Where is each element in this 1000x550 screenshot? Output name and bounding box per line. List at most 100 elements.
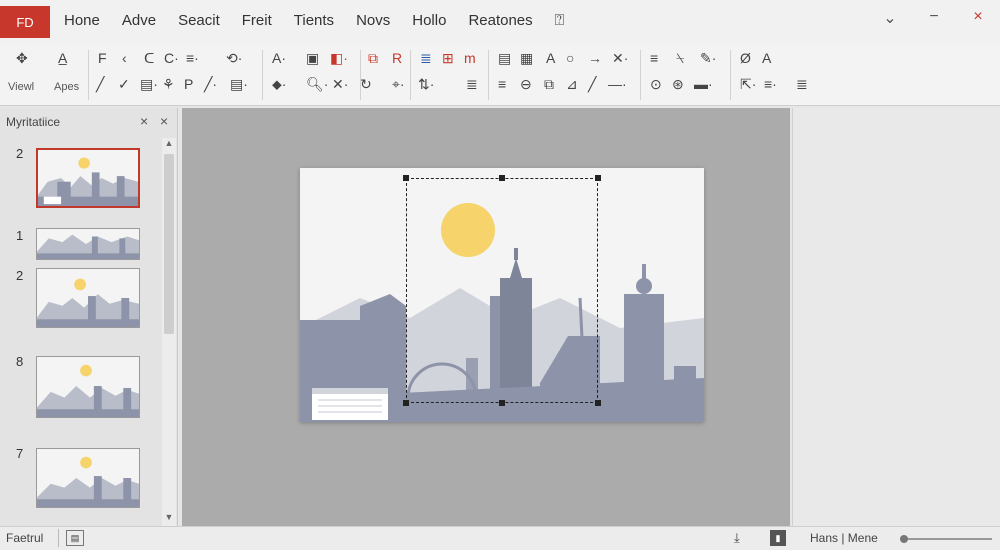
circle-icon[interactable]: ○ <box>566 48 574 68</box>
doc-icon[interactable]: ▤· <box>140 74 158 94</box>
menu-item-tients[interactable]: Tients <box>294 12 334 30</box>
slide-thumbnail[interactable] <box>36 228 140 260</box>
grid-icon[interactable]: ⊞ <box>442 48 454 68</box>
help-icon[interactable]: ⍰ <box>555 12 565 30</box>
zoom-slider[interactable] <box>900 538 992 540</box>
cross-icon[interactable]: ✕· <box>612 48 628 68</box>
resize-handle[interactable] <box>499 175 505 181</box>
close-icon[interactable]: × <box>160 113 168 129</box>
table-icon[interactable]: ▤ <box>498 48 511 68</box>
star-circle-icon[interactable]: ⊛ <box>672 74 684 94</box>
rotate-icon[interactable]: ⟲· <box>226 48 242 68</box>
slide-thumbnail[interactable] <box>36 356 140 418</box>
scroll-up-icon[interactable]: ▲ <box>162 138 176 152</box>
slide-number: 8 <box>16 354 24 369</box>
close-icon[interactable]: × <box>140 113 148 129</box>
scrollbar-thumb[interactable] <box>164 154 174 334</box>
slide-thumbnail-image <box>37 229 139 259</box>
zoom-slider-knob[interactable] <box>900 535 908 543</box>
align-icon[interactable]: ≡· <box>186 48 199 68</box>
file-button[interactable]: FD <box>0 6 50 38</box>
slide-editor-canvas[interactable] <box>182 108 790 526</box>
more-icon[interactable]: ≡· <box>764 74 777 94</box>
zero-icon[interactable]: Ø <box>740 48 751 68</box>
text-icon[interactable]: A <box>546 48 555 68</box>
duplicate-icon[interactable]: ⧉ <box>544 74 554 94</box>
menu-item-reatones[interactable]: Reatones <box>468 12 532 30</box>
menu-item-home[interactable]: Hone <box>64 12 100 30</box>
copy-icon[interactable]: ⧉ <box>368 48 378 68</box>
close-icon[interactable]: × <box>956 8 1000 28</box>
notes-button[interactable]: Hans | Mene <box>810 531 878 545</box>
menu-bar: Hone Adve Seacit Freit Tients Novs Hollo… <box>64 12 586 30</box>
slide-view-icon[interactable]: ▤ <box>66 530 84 546</box>
matrix-icon[interactable]: ▦ <box>520 48 533 68</box>
slide-thumbnail[interactable] <box>36 448 140 508</box>
dash-icon[interactable]: —· <box>608 74 627 94</box>
format-painter-icon[interactable]: ⚘ <box>162 74 175 94</box>
r-icon[interactable]: R <box>392 48 402 68</box>
chevron-left-icon[interactable]: ‹ <box>122 48 127 68</box>
list-icon[interactable]: ≣ <box>420 48 432 68</box>
resize-handle[interactable] <box>595 400 601 406</box>
menu-icon[interactable]: ≡ <box>650 48 658 68</box>
resize-handle[interactable] <box>403 400 409 406</box>
target-icon[interactable]: ⌖· <box>392 74 405 94</box>
apes-label[interactable]: Apes <box>54 77 79 97</box>
text-color-icon[interactable]: A· <box>272 48 286 68</box>
letter-a-icon[interactable]: A <box>762 48 771 68</box>
m-icon[interactable]: m <box>464 48 476 68</box>
menu-item-novs[interactable]: Novs <box>356 12 390 30</box>
normal-view-icon[interactable]: ▮ <box>770 530 786 546</box>
resize-handle[interactable] <box>499 400 505 406</box>
box-icon[interactable]: ▣ <box>306 48 319 68</box>
draw-icon[interactable]: ╱· <box>204 74 217 94</box>
corner-icon[interactable]: ⇱· <box>740 74 756 94</box>
lines-icon[interactable]: ≡ <box>498 74 506 94</box>
dot-circle-icon[interactable]: ⊙ <box>650 74 662 94</box>
bold-icon[interactable]: F <box>98 48 107 68</box>
slide-number: 2 <box>16 268 24 283</box>
slides-pane-scrollbar[interactable]: ▲ ▼ <box>162 138 176 526</box>
minimize-icon[interactable]: ⌄ <box>868 8 912 28</box>
menu-item-seacit[interactable]: Seacit <box>178 12 220 30</box>
line-icon[interactable]: ╱ <box>96 74 104 94</box>
sort-icon[interactable]: ⇅· <box>418 74 434 94</box>
pen-icon[interactable]: ✎· <box>700 48 716 68</box>
p-icon[interactable]: P <box>184 74 193 94</box>
current-slide[interactable] <box>300 168 704 422</box>
refresh-icon[interactable]: ↻ <box>360 74 372 94</box>
slash-icon[interactable]: ⍀ <box>676 48 684 68</box>
diagonal-icon[interactable]: ╱ <box>588 74 596 94</box>
page-icon[interactable]: ▤· <box>230 74 248 94</box>
menu-item-hollo[interactable]: Hollo <box>412 12 446 30</box>
restore-icon[interactable]: − <box>912 8 956 28</box>
menu-item-freit[interactable]: Freit <box>242 12 272 30</box>
slide-thumbnail[interactable] <box>36 148 140 208</box>
resize-handle[interactable] <box>595 175 601 181</box>
scroll-down-icon[interactable]: ▼ <box>162 512 176 526</box>
selection-box[interactable] <box>406 178 598 403</box>
shape-fill-icon[interactable]: ◧· <box>330 48 348 68</box>
clear-icon[interactable]: ✕· <box>332 74 348 94</box>
slide-thumbnail[interactable] <box>36 268 140 328</box>
resize-handle[interactable] <box>403 175 409 181</box>
download-icon[interactable]: ⤓ <box>734 530 740 546</box>
check-icon[interactable]: ✓ <box>118 74 130 94</box>
view-label[interactable]: Viewl <box>8 77 34 97</box>
ribbon-divider <box>262 50 263 100</box>
cycle-icon[interactable]: C· <box>164 48 179 68</box>
fill-icon[interactable]: ⬥· <box>272 74 286 94</box>
slides-pane: Myritatiice × × 2 1 2 8 7 ▲ ▼ <box>0 108 178 526</box>
arrow-icon[interactable]: → <box>588 48 602 68</box>
paragraph-icon[interactable]: ≣ <box>466 74 478 94</box>
minus-circle-icon[interactable]: ⊖ <box>520 74 532 94</box>
bracket-icon[interactable]: ᑕ <box>144 48 154 68</box>
options-icon[interactable]: ≣ <box>796 74 808 94</box>
triangle-icon[interactable]: ⊿ <box>566 74 578 94</box>
move-icon[interactable]: ✥ <box>16 48 28 68</box>
font-icon[interactable]: A̲ <box>58 48 67 68</box>
search-icon[interactable]: 🔍︎· <box>306 74 328 94</box>
bar-icon[interactable]: ▬· <box>694 74 713 94</box>
menu-item-adve[interactable]: Adve <box>122 12 156 30</box>
